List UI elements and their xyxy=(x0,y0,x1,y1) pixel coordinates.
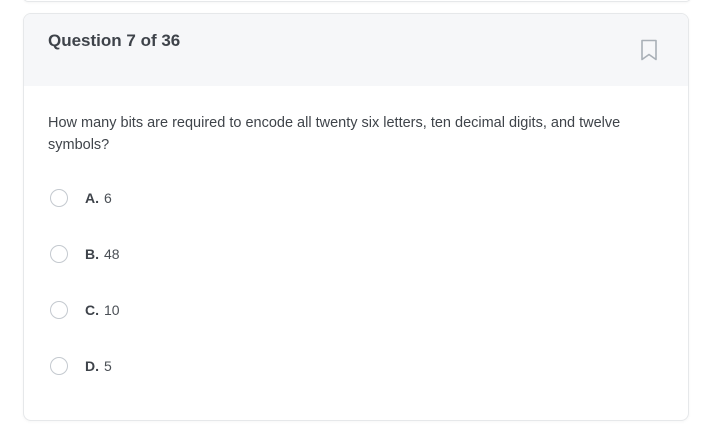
question-header: Question 7 of 36 xyxy=(24,14,688,86)
question-body: How many bits are required to encode all… xyxy=(24,86,688,394)
option-letter: C. xyxy=(85,302,99,318)
option-b[interactable]: B. 48 xyxy=(48,226,664,282)
option-text: 6 xyxy=(104,190,112,206)
option-letter: B. xyxy=(85,246,99,262)
option-text: 48 xyxy=(104,246,120,262)
option-letter: A. xyxy=(85,190,99,206)
bookmark-icon[interactable] xyxy=(638,38,660,62)
previous-card-edge xyxy=(23,0,691,2)
question-card: Question 7 of 36 How many bits are requi… xyxy=(23,13,689,421)
option-letter: D. xyxy=(85,358,99,374)
radio-button[interactable] xyxy=(50,189,68,207)
option-d[interactable]: D. 5 xyxy=(48,338,664,394)
option-c[interactable]: C. 10 xyxy=(48,282,664,338)
option-text: 10 xyxy=(104,302,120,318)
option-text: 5 xyxy=(104,358,112,374)
option-a[interactable]: A. 6 xyxy=(48,170,664,226)
question-text: How many bits are required to encode all… xyxy=(48,115,621,153)
answer-options: A. 6 B. 48 C. 10 D. 5 xyxy=(48,170,664,394)
question-title: Question 7 of 36 xyxy=(48,31,181,50)
radio-button[interactable] xyxy=(50,245,68,263)
radio-button[interactable] xyxy=(50,357,68,375)
radio-button[interactable] xyxy=(50,301,68,319)
